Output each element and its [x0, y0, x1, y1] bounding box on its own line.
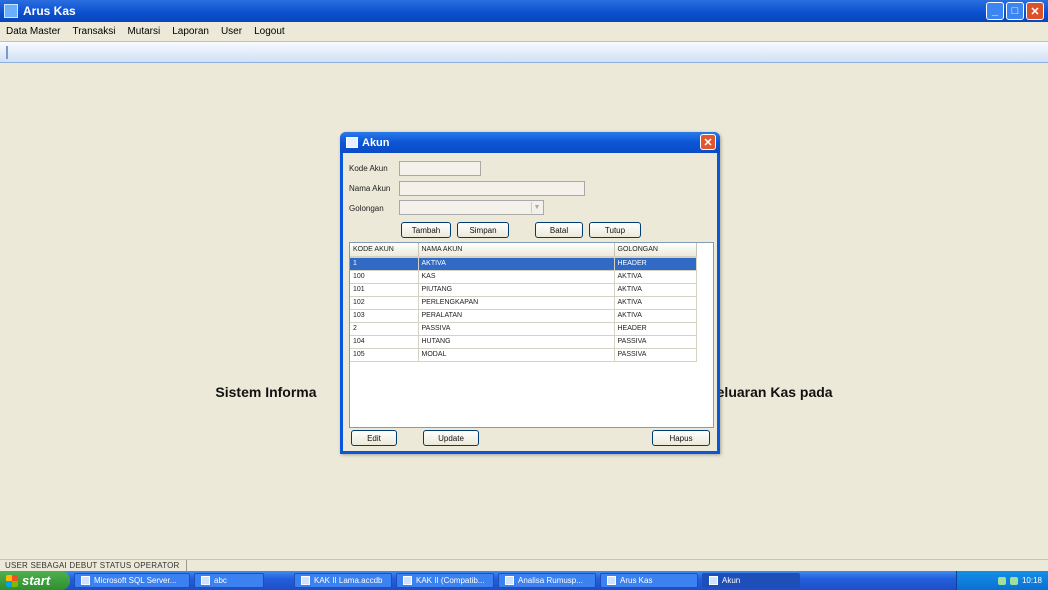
golongan-label: Golongan	[349, 204, 384, 213]
toolbar-grip[interactable]	[6, 46, 8, 59]
cell-golongan: AKTIVA	[614, 296, 697, 310]
nama-akun-field[interactable]	[399, 181, 585, 196]
access-icon	[403, 576, 412, 585]
clock[interactable]: 10:18	[1022, 576, 1042, 585]
cell-golongan: AKTIVA	[614, 270, 697, 284]
taskbar-item[interactable]: Analisa Rumusp...	[498, 573, 596, 588]
cell-golongan: AKTIVA	[614, 309, 697, 323]
cell-kode: 1	[350, 257, 419, 271]
table-row[interactable]: 101 PIUTANG AKTIVA	[350, 283, 697, 297]
start-button[interactable]: start	[0, 571, 70, 590]
cell-kode: 104	[350, 335, 419, 349]
network-icon[interactable]	[997, 576, 1006, 585]
akun-grid: KODE AKUN NAMA AKUN GOLONGAN 1 AKTIVA HEAD…	[350, 243, 697, 362]
column-header-golongan[interactable]: GOLONGAN	[614, 243, 697, 258]
cell-kode: 101	[350, 283, 419, 297]
menu-laporan[interactable]: Laporan	[172, 26, 209, 37]
taskbar-item[interactable]: abc	[194, 573, 264, 588]
table-row[interactable]: 100 KAS AKTIVA	[350, 270, 697, 284]
sql-server-icon	[81, 576, 90, 585]
dialog-close-button[interactable]: ✕	[700, 134, 716, 150]
cell-nama: HUTANG	[418, 335, 615, 349]
chevron-down-icon[interactable]: ▼	[531, 202, 542, 213]
cell-kode: 2	[350, 322, 419, 336]
batal-button[interactable]: Batal	[535, 222, 583, 238]
table-row[interactable]: 2 PASSIVA HEADER	[350, 322, 697, 336]
cell-golongan: PASSIVA	[614, 335, 697, 349]
minimize-button[interactable]: _	[986, 2, 1004, 20]
menu-data-master[interactable]: Data Master	[6, 26, 60, 37]
windows-logo-icon	[6, 574, 18, 587]
taskbar-item[interactable]: Arus Kas	[600, 573, 698, 588]
cell-nama: PASSIVA	[418, 322, 615, 336]
table-header-row: KODE AKUN NAMA AKUN GOLONGAN	[350, 243, 697, 258]
golongan-select[interactable]: ▼	[399, 200, 544, 215]
menu-bar: Data Master Transaksi Mutarsi Laporan Us…	[0, 22, 1048, 41]
akun-table[interactable]: KODE AKUN NAMA AKUN GOLONGAN 1 AKTIVA HEAD…	[349, 242, 714, 428]
tambah-button[interactable]: Tambah	[401, 222, 451, 238]
akun-dialog: Akun ✕ Kode Akun Nama Akun Golongan ▼ Ta…	[340, 132, 720, 454]
column-header-nama[interactable]: NAMA AKUN	[418, 243, 615, 258]
cell-nama: MODAL	[418, 348, 615, 362]
app-titlebar[interactable]: Arus Kas _ □ ✕	[0, 0, 1048, 22]
column-header-kode[interactable]: KODE AKUN	[350, 243, 419, 258]
taskbar-item[interactable]: KAK II (Compatib...	[396, 573, 494, 588]
nama-akun-label: Nama Akun	[349, 184, 391, 193]
cell-golongan: AKTIVA	[614, 283, 697, 297]
update-button[interactable]: Update	[423, 430, 479, 446]
cell-golongan: PASSIVA	[614, 348, 697, 362]
app-icon	[4, 4, 18, 18]
cell-kode: 103	[350, 309, 419, 323]
menu-transaksi[interactable]: Transaksi	[72, 26, 115, 37]
simpan-button[interactable]: Simpan	[457, 222, 509, 238]
cell-kode: 100	[350, 270, 419, 284]
tutup-button[interactable]: Tutup	[589, 222, 641, 238]
app-title: Arus Kas	[23, 4, 76, 18]
kode-akun-label: Kode Akun	[349, 164, 388, 173]
cell-kode: 105	[350, 348, 419, 362]
status-text: USER SEBAGAI DEBUT STATUS OPERATOR	[5, 561, 180, 570]
dialog-icon	[346, 137, 358, 148]
cell-nama: AKTIVA	[418, 257, 615, 271]
cell-nama: PERALATAN	[418, 309, 615, 323]
window-icon	[709, 576, 718, 585]
status-bar: USER SEBAGAI DEBUT STATUS OPERATOR	[0, 559, 1048, 572]
cell-kode: 102	[350, 296, 419, 310]
folder-icon	[201, 576, 210, 585]
table-row[interactable]: 103 PERALATAN AKTIVA	[350, 309, 697, 323]
cell-golongan: HEADER	[614, 322, 697, 336]
cell-nama: KAS	[418, 270, 615, 284]
start-label: start	[22, 573, 51, 588]
menu-user[interactable]: User	[221, 26, 242, 37]
heading-left: Sistem Informa	[215, 384, 317, 400]
cell-nama: PERLENGKAPAN	[418, 296, 615, 310]
taskbar: start Microsoft SQL Server... abc KAK II…	[0, 571, 1048, 590]
menu-mutarsi[interactable]: Mutarsi	[127, 26, 160, 37]
hapus-button[interactable]: Hapus	[652, 430, 710, 446]
window-icon	[607, 576, 616, 585]
access-icon	[301, 576, 310, 585]
cell-nama: PIUTANG	[418, 283, 615, 297]
table-row[interactable]: 1 AKTIVA HEADER	[350, 257, 697, 271]
table-row[interactable]: 102 PERLENGKAPAN AKTIVA	[350, 296, 697, 310]
taskbar-item[interactable]: Microsoft SQL Server...	[74, 573, 190, 588]
close-button[interactable]: ✕	[1026, 2, 1044, 20]
table-row[interactable]: 105 MODAL PASSIVA	[350, 348, 697, 362]
volume-icon[interactable]	[1009, 576, 1018, 585]
edit-button[interactable]: Edit	[351, 430, 397, 446]
table-row[interactable]: 104 HUTANG PASSIVA	[350, 335, 697, 349]
taskbar-item-active[interactable]: Akun	[702, 573, 800, 588]
cell-golongan: HEADER	[614, 257, 697, 271]
document-icon	[505, 576, 514, 585]
kode-akun-field[interactable]	[399, 161, 481, 176]
system-tray: 10:18	[956, 571, 1048, 590]
dialog-titlebar[interactable]: Akun ✕	[340, 132, 720, 153]
window-controls: _ □ ✕	[986, 2, 1044, 20]
maximize-button[interactable]: □	[1006, 2, 1024, 20]
menu-logout[interactable]: Logout	[254, 26, 285, 37]
dialog-title: Akun	[362, 136, 390, 149]
taskbar-item[interactable]: KAK II Lama.accdb	[294, 573, 392, 588]
toolbar-strip	[0, 41, 1048, 63]
